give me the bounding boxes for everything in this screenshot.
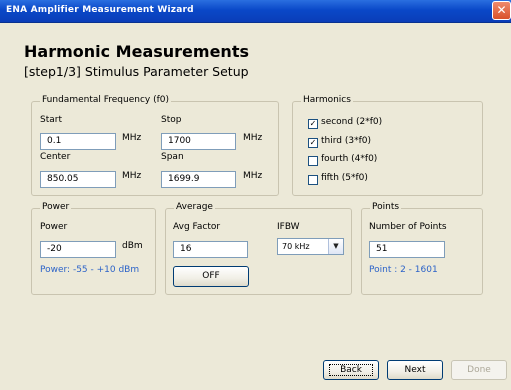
next-button[interactable]: Next <box>387 360 443 380</box>
fundamental-frequency-legend: Fundamental Frequency (f0) <box>40 95 172 105</box>
second-harmonic-checkbox[interactable]: ✓ <box>308 119 318 129</box>
center-label: Center <box>40 152 71 162</box>
power-legend: Power <box>40 202 72 212</box>
points-label: Number of Points <box>369 222 447 232</box>
avg-factor-label: Avg Factor <box>173 222 221 232</box>
avg-factor-input[interactable]: 16 <box>173 241 248 258</box>
page-title: Harmonic Measurements <box>24 42 249 61</box>
done-button[interactable]: Done <box>451 360 507 380</box>
center-unit: MHz <box>122 171 142 181</box>
points-legend: Points <box>370 202 402 212</box>
fifth-harmonic-checkbox[interactable] <box>308 175 318 185</box>
power-range-text: Power: -55 - +10 dBm <box>40 265 140 275</box>
points-range-text: Point : 2 - 1601 <box>369 265 438 275</box>
page-subtitle: [step1/3] Stimulus Parameter Setup <box>24 64 249 79</box>
start-label: Start <box>40 115 62 125</box>
third-harmonic-checkbox[interactable]: ✓ <box>308 138 318 148</box>
fifth-harmonic-label: fifth (5*f0) <box>321 173 368 183</box>
span-input[interactable]: 1699.9 <box>161 171 236 188</box>
close-icon: ✕ <box>496 3 507 17</box>
span-label: Span <box>161 152 184 162</box>
stop-input[interactable]: 1700 <box>161 133 236 150</box>
dropdown-arrow-icon[interactable]: ▼ <box>328 239 343 254</box>
fourth-harmonic-checkbox[interactable] <box>308 156 318 166</box>
average-legend: Average <box>174 202 215 212</box>
start-input[interactable]: 0.1 <box>40 133 116 150</box>
window-title: ENA Amplifier Measurement Wizard <box>6 5 194 15</box>
back-button-label: Back <box>329 364 373 376</box>
stop-label: Stop <box>161 115 182 125</box>
start-unit: MHz <box>122 133 142 143</box>
power-label: Power <box>40 222 68 232</box>
ifbw-value: 70 kHz <box>282 242 310 251</box>
back-button[interactable]: Back <box>323 360 379 380</box>
power-input[interactable]: -20 <box>40 241 116 258</box>
power-unit: dBm <box>122 241 143 251</box>
center-input[interactable]: 850.05 <box>40 171 116 188</box>
close-button[interactable]: ✕ <box>492 1 511 20</box>
span-unit: MHz <box>243 171 263 181</box>
second-harmonic-label: second (2*f0) <box>321 117 383 127</box>
points-input[interactable]: 51 <box>369 241 445 258</box>
fourth-harmonic-label: fourth (4*f0) <box>321 154 378 164</box>
harmonics-legend: Harmonics <box>301 95 353 105</box>
average-off-button[interactable]: OFF <box>173 266 249 287</box>
ifbw-label: IFBW <box>277 222 300 232</box>
third-harmonic-label: third (3*f0) <box>321 136 371 146</box>
stop-unit: MHz <box>243 133 263 143</box>
ifbw-select[interactable]: 70 kHz ▼ <box>277 238 344 255</box>
title-bar: ENA Amplifier Measurement Wizard ✕ <box>0 0 511 23</box>
